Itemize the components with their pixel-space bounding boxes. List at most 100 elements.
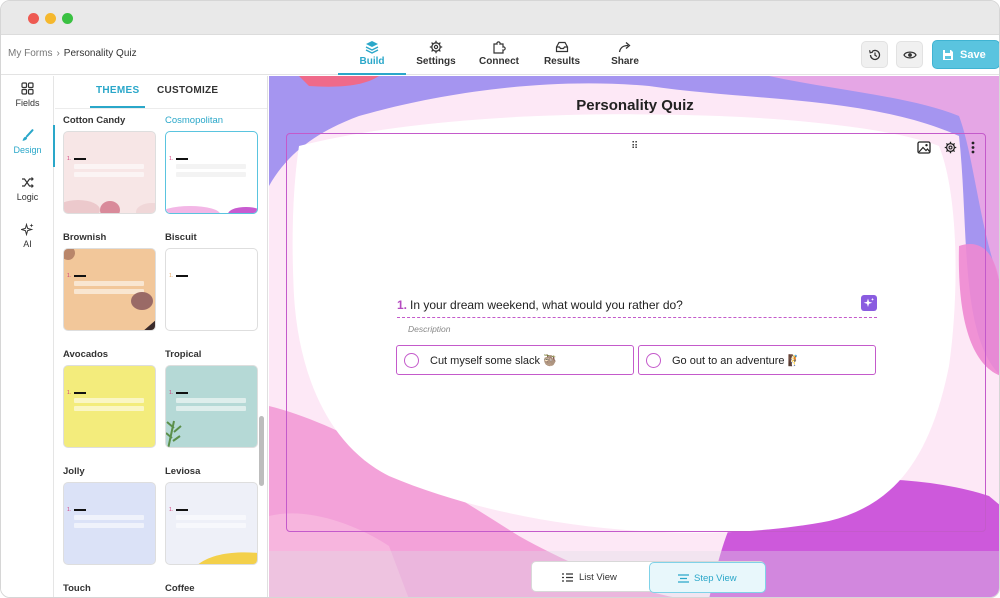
inbox-icon <box>555 41 569 53</box>
breadcrumb: My Forms › Personality Quiz <box>8 48 137 59</box>
theme-name: Jolly <box>63 466 85 477</box>
step-view-button[interactable]: Step View <box>649 562 766 593</box>
rail-item-ai[interactable]: AI <box>1 217 54 263</box>
theme-thumbnail: 1. <box>165 248 258 331</box>
theme-thumbnail: 1. <box>165 365 258 448</box>
gear-icon[interactable] <box>944 141 957 154</box>
drag-handle-icon[interactable]: ⠿ <box>631 141 638 152</box>
rail-item-fields[interactable]: Fields <box>1 76 54 122</box>
rail-item-design[interactable]: Design <box>1 123 55 169</box>
thumb-bar <box>74 398 144 403</box>
preview-button[interactable] <box>896 41 923 68</box>
thumb-number: 1. <box>67 507 72 513</box>
theme-card-cotton-candy[interactable]: Cotton Candy 1. <box>63 115 157 214</box>
thumb-decoration <box>198 552 257 564</box>
theme-thumbnail: 1. <box>165 131 258 214</box>
panel-scrollbar[interactable] <box>259 416 264 486</box>
history-icon <box>869 49 881 61</box>
image-icon[interactable] <box>917 141 931 154</box>
minimize-window-button[interactable] <box>45 13 56 24</box>
layers-icon <box>365 41 379 54</box>
save-label: Save <box>960 49 986 61</box>
history-button[interactable] <box>861 41 888 68</box>
description-field[interactable]: Description <box>408 324 451 334</box>
question-text[interactable]: 1. In your dream weekend, what would you … <box>397 298 877 318</box>
answer-choice[interactable]: Go out to an adventure 🧗 <box>638 345 876 375</box>
close-window-button[interactable] <box>28 13 39 24</box>
theme-card-tropical[interactable]: Tropical 1. <box>165 349 259 448</box>
tab-build[interactable]: Build <box>338 35 406 75</box>
list-icon <box>562 573 573 582</box>
tab-settings[interactable]: Settings <box>404 35 468 75</box>
theme-card-brownish[interactable]: Brownish 1. <box>63 232 157 331</box>
tab-results-label: Results <box>543 56 581 67</box>
theme-card-biscuit[interactable]: Biscuit 1. <box>165 232 259 331</box>
breadcrumb-current: Personality Quiz <box>63 48 137 59</box>
theme-thumbnail: 1. <box>165 482 258 565</box>
theme-thumbnail: 1. <box>63 131 156 214</box>
question-label: In your dream weekend, what would you ra… <box>410 298 683 312</box>
thumb-number: 1. <box>169 273 174 279</box>
step-icon <box>678 574 689 583</box>
answer-choice[interactable]: Cut myself some slack 🦥 <box>396 345 634 375</box>
sparkle-icon <box>21 223 34 236</box>
theme-name: Leviosa <box>165 466 201 477</box>
thumb-bar <box>74 523 144 528</box>
rail-logic-label: Logic <box>16 192 39 202</box>
tab-settings-label: Settings <box>416 56 456 67</box>
radio-button[interactable] <box>404 353 419 368</box>
breadcrumb-my-forms[interactable]: My Forms <box>8 48 52 59</box>
maximize-window-button[interactable] <box>62 13 73 24</box>
list-view-button[interactable]: List View <box>532 562 649 593</box>
design-panel: THEMES CUSTOMIZE Cotton Candy 1. Cosmopo… <box>55 76 268 597</box>
tab-results[interactable]: Results <box>530 35 594 75</box>
theme-card-cosmopolitan[interactable]: Cosmopolitan 1. <box>165 115 259 214</box>
view-bar: List View Step View <box>269 551 999 597</box>
list-view-label: List View <box>579 572 617 583</box>
thumb-decoration <box>64 200 155 213</box>
theme-name: Brownish <box>63 232 107 243</box>
save-button[interactable]: Save <box>932 40 999 69</box>
theme-name: Touch <box>63 583 91 594</box>
thumb-decoration <box>166 420 182 447</box>
left-rail: Fields Design Logic AI <box>1 76 55 597</box>
rail-design-label: Design <box>13 145 42 155</box>
puzzle-icon <box>493 41 506 54</box>
theme-name: Cosmopolitan <box>165 115 224 126</box>
theme-card-leviosa[interactable]: Leviosa 1. <box>165 466 259 565</box>
thumb-title-line <box>74 392 86 394</box>
question-card[interactable]: ⠿ 1. In your dream weekend, what would yo… <box>286 133 986 532</box>
breadcrumb-separator: › <box>56 48 60 59</box>
radio-button[interactable] <box>646 353 661 368</box>
choice-label: Cut myself some slack 🦥 <box>430 355 557 367</box>
shuffle-icon <box>22 177 34 188</box>
share-arrow-icon <box>618 42 631 53</box>
theme-card-touch[interactable]: Touch <box>63 583 157 597</box>
form-canvas: Personality Quiz ⠿ 1. In your dream weeke… <box>269 76 999 597</box>
thumb-title-line <box>176 275 188 277</box>
more-vertical-icon[interactable] <box>970 141 976 154</box>
question-number: 1. <box>397 298 408 312</box>
rail-item-logic[interactable]: Logic <box>1 170 54 216</box>
view-toggle: List View Step View <box>531 561 766 593</box>
tab-connect[interactable]: Connect <box>467 35 531 75</box>
tab-share[interactable]: Share <box>593 35 657 75</box>
theme-card-avocados[interactable]: Avocados 1. <box>63 349 157 448</box>
ai-assist-button[interactable] <box>861 295 877 311</box>
theme-thumbnail: 1. <box>63 365 156 448</box>
theme-name: Coffee <box>165 583 195 594</box>
theme-card-jolly[interactable]: Jolly 1. <box>63 466 157 565</box>
tab-themes[interactable]: THEMES <box>89 85 147 108</box>
top-toolbar: My Forms › Personality Quiz Build Settings… <box>1 35 999 75</box>
theme-card-coffee[interactable]: Coffee <box>165 583 259 597</box>
grid-icon <box>21 82 34 95</box>
step-view-label: Step View <box>694 573 737 584</box>
thumb-bar <box>74 515 144 520</box>
form-title[interactable]: Personality Quiz <box>269 97 999 114</box>
eye-icon <box>903 51 917 59</box>
thumb-number: 1. <box>67 390 72 396</box>
tab-customize[interactable]: CUSTOMIZE <box>157 85 218 96</box>
tab-connect-label: Connect <box>479 56 519 67</box>
thumb-decoration <box>64 249 155 330</box>
brush-icon <box>22 129 34 141</box>
